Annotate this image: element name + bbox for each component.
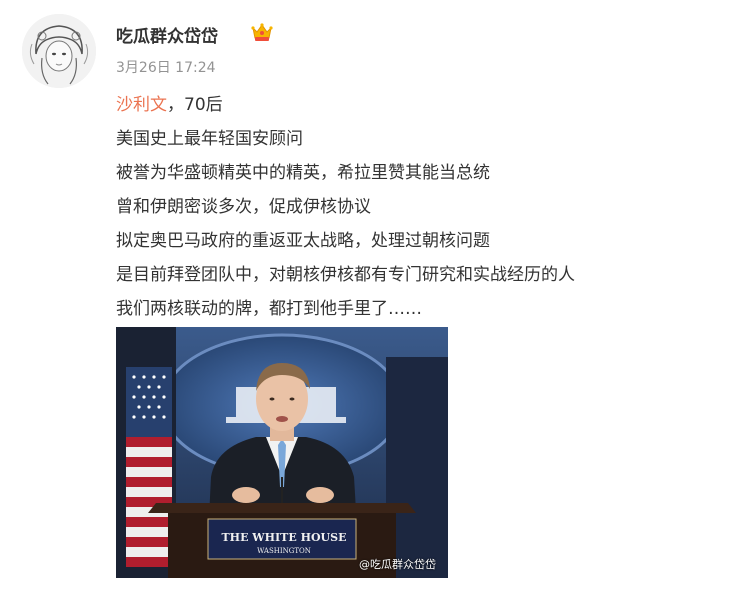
author-name[interactable]: 吃瓜群众岱岱	[116, 22, 218, 47]
avatar[interactable]	[22, 14, 96, 88]
post-line-4: 曾和伊朗密谈多次，促成伊核协议	[116, 197, 371, 217]
podium-subtitle: WASHINGTON	[257, 547, 311, 555]
avatar-illustration	[22, 14, 96, 88]
post-line-3: 被誉为华盛顿精英中的精英，希拉里赞其能当总统	[116, 163, 490, 183]
post-line-2: 美国史上最年轻国安顾问	[116, 129, 303, 149]
post-line-1-rest: ，70后	[167, 95, 223, 115]
post-line-1: 沙利文，70后	[116, 88, 736, 122]
podium-title: THE WHITE HOUSE	[221, 531, 347, 544]
mention-link[interactable]: 沙利文	[116, 95, 167, 115]
post-image[interactable]: THE WHITE HOUSE WASHINGTON @吃瓜群众岱岱	[116, 327, 448, 578]
post-line-7: 我们两核联动的牌，都打到他手里了……	[116, 299, 422, 319]
post-line-6: 是目前拜登团队中，对朝核伊核都有专门研究和实战经历的人	[116, 265, 575, 285]
post-timestamp[interactable]: 3月26日 17:24	[116, 57, 216, 77]
post-line-5: 拟定奥巴马政府的重返亚太战略，处理过朝核问题	[116, 231, 490, 251]
post-text: 沙利文，70后 美国史上最年轻国安顾问 被誉为华盛顿精英中的精英，希拉里赞其能当…	[116, 88, 736, 326]
crown-icon[interactable]	[250, 20, 274, 44]
image-watermark: @吃瓜群众岱岱	[359, 558, 436, 571]
